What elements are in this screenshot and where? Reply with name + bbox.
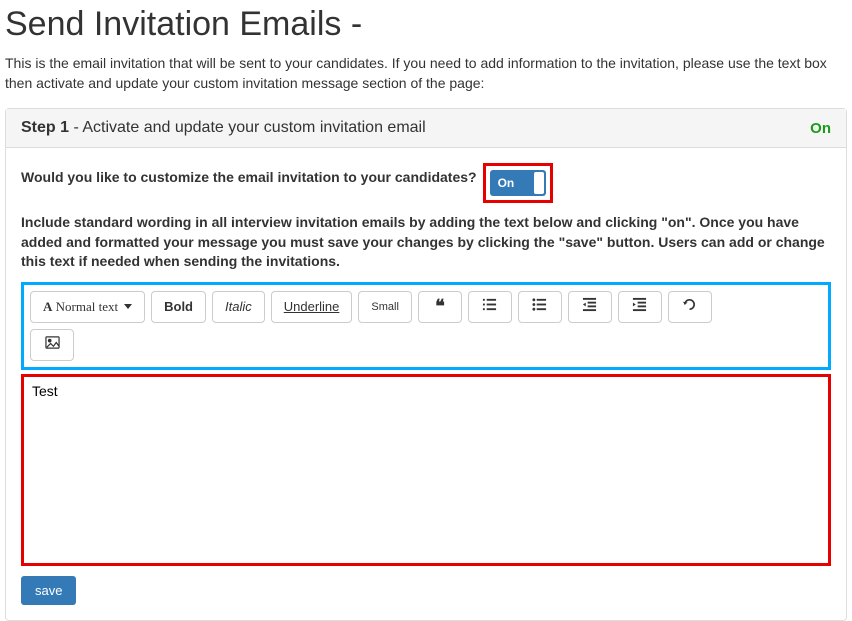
customize-question: Would you like to customize the email in… (21, 169, 477, 185)
panel-heading: Step 1 - Activate and update your custom… (6, 109, 846, 148)
step-desc: - Activate and update your custom invita… (69, 119, 426, 136)
editor-highlight: Test (21, 374, 831, 566)
quote-button[interactable]: ❝ (418, 291, 462, 323)
ordered-list-icon (482, 297, 497, 316)
image-button[interactable] (30, 329, 74, 361)
customize-toggle[interactable]: On (490, 170, 546, 196)
outdent-icon (582, 297, 597, 316)
instructions-text: Include standard wording in all intervie… (21, 213, 831, 272)
quote-icon: ❝ (435, 296, 445, 317)
step-label: Step 1 (21, 119, 69, 136)
step1-panel: Step 1 - Activate and update your custom… (5, 108, 847, 621)
indent-button[interactable] (618, 291, 662, 323)
redo-button[interactable] (668, 291, 712, 323)
page-intro: This is the email invitation that will b… (5, 54, 847, 93)
small-button[interactable]: Small (358, 291, 412, 323)
bold-button[interactable]: Bold (151, 291, 206, 323)
panel-body: Would you like to customize the email in… (6, 148, 846, 620)
ordered-list-button[interactable] (468, 291, 512, 323)
panel-status: On (810, 120, 831, 137)
outdent-button[interactable] (568, 291, 612, 323)
image-icon (45, 335, 60, 354)
unordered-list-icon (532, 297, 547, 316)
italic-button[interactable]: Italic (212, 291, 265, 323)
toolbar-highlight: A Normal text Bold Italic Underline Smal… (21, 282, 831, 370)
panel-title: Step 1 - Activate and update your custom… (21, 119, 426, 137)
redo-icon (682, 297, 697, 316)
unordered-list-button[interactable] (518, 291, 562, 323)
underline-button[interactable]: Underline (271, 291, 353, 323)
indent-icon (632, 297, 647, 316)
save-button[interactable]: save (21, 576, 76, 605)
caret-down-icon (124, 304, 132, 309)
style-label: Normal text (56, 299, 118, 314)
style-dropdown[interactable]: A Normal text (30, 291, 145, 323)
toggle-highlight: On (483, 163, 553, 203)
page-title: Send Invitation Emails - (5, 5, 852, 44)
editor-toolbar: A Normal text Bold Italic Underline Smal… (30, 291, 822, 323)
editor-textarea[interactable]: Test (24, 377, 828, 563)
